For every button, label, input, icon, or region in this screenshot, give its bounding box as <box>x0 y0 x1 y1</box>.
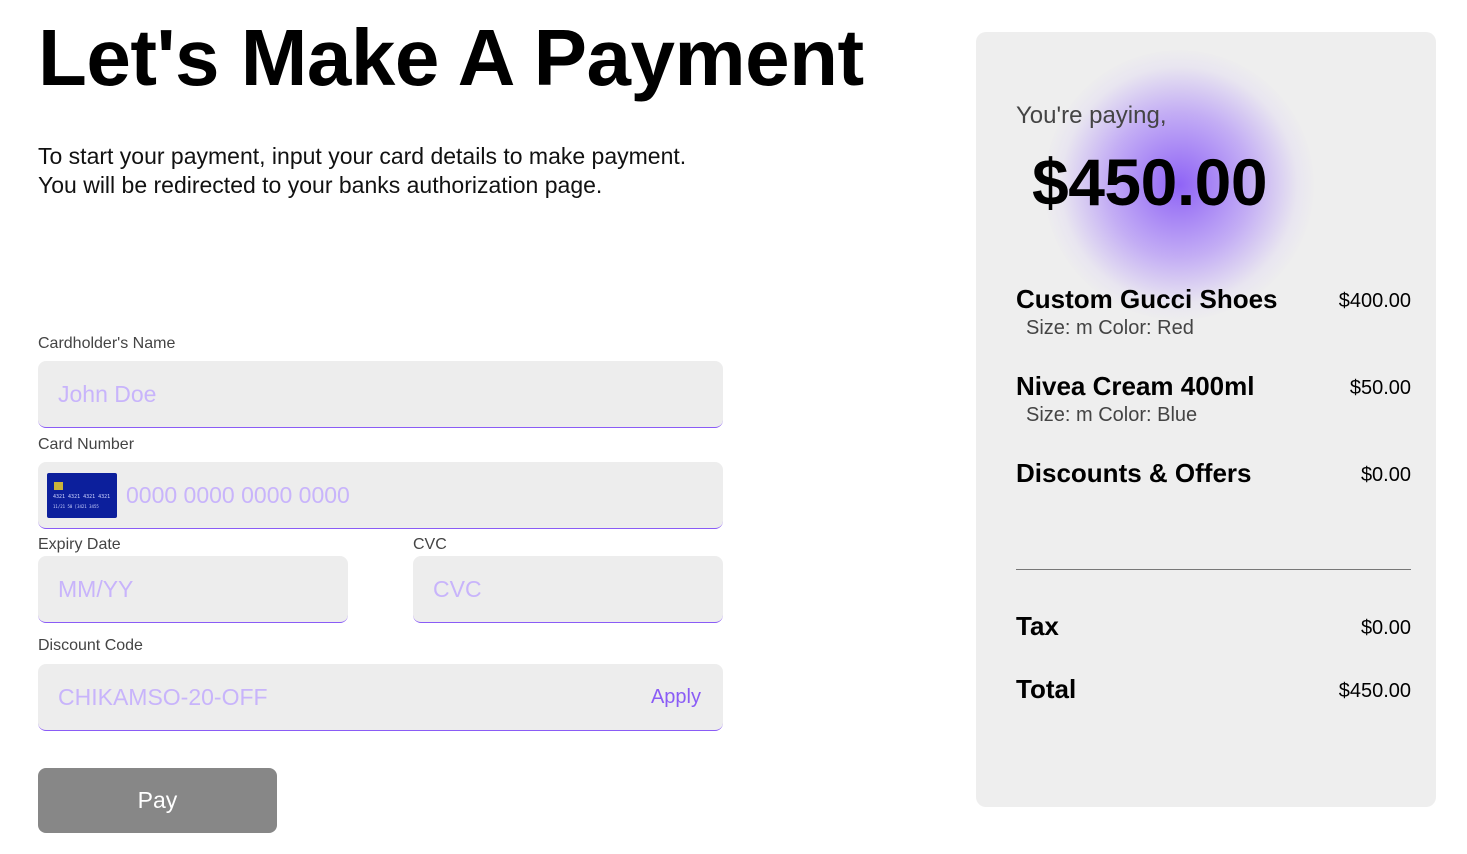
expiry-date-input[interactable] <box>38 556 348 622</box>
cardholder-name-field <box>38 361 723 428</box>
cardholder-name-input[interactable] <box>38 361 723 427</box>
page-subtitle: To start your payment, input your card d… <box>38 142 686 200</box>
item-meta: Size: m Color: Red <box>1026 317 1194 339</box>
discount-code-input[interactable] <box>38 664 651 730</box>
subtitle-line-2: You will be redirected to your banks aut… <box>38 172 603 198</box>
item-meta: Size: m Color: Blue <box>1026 404 1198 426</box>
summary-divider <box>1016 569 1411 570</box>
summary-item: Nivea Cream 400ml $50.00 Size: m Color: … <box>1016 371 1411 427</box>
discount-code-field: Apply <box>38 664 723 731</box>
expiry-date-label: Expiry Date <box>38 536 121 553</box>
discounts-value: $0.00 <box>1360 464 1411 486</box>
card-number-field: 4321 4321 4321 4321 11/21 50 [3421 3455 <box>38 462 723 529</box>
cardholder-name-label: Cardholder's Name <box>38 335 176 352</box>
tax-label: Tax <box>1016 611 1059 641</box>
subtitle-line-1: To start your payment, input your card d… <box>38 143 687 169</box>
discounts-row: Discounts & Offers $0.00 <box>1016 458 1411 489</box>
credit-card-icon: 4321 4321 4321 4321 11/21 50 [3421 3455 <box>47 472 117 518</box>
paying-amount: $450.00 <box>1032 145 1268 219</box>
summary-item: Custom Gucci Shoes $400.00 Size: m Color… <box>1016 284 1411 340</box>
cvc-label: CVC <box>413 536 447 553</box>
tax-row: Tax $0.00 <box>1016 611 1411 642</box>
payment-page: Let's Make A Payment To start your payme… <box>0 0 1467 854</box>
total-row: Total $450.00 <box>1016 674 1411 705</box>
card-chip-icon <box>54 481 63 490</box>
page-title: Let's Make A Payment <box>38 13 864 102</box>
item-price: $50.00 <box>1349 377 1411 399</box>
expiry-date-field <box>38 556 348 623</box>
card-icon-number: 4321 4321 4321 4321 <box>53 493 111 500</box>
item-price: $400.00 <box>1338 290 1411 312</box>
card-number-input[interactable] <box>117 462 723 528</box>
cvc-field <box>413 556 723 623</box>
total-value: $450.00 <box>1338 680 1411 702</box>
paying-label: You're paying, <box>1016 102 1167 129</box>
discounts-label: Discounts & Offers <box>1016 458 1252 488</box>
order-summary-panel: You're paying, $450.00 Custom Gucci Shoe… <box>976 32 1436 807</box>
card-number-label: Card Number <box>38 436 135 453</box>
tax-value: $0.00 <box>1360 617 1411 639</box>
pay-button[interactable]: Pay <box>38 768 277 833</box>
discount-code-label: Discount Code <box>38 637 143 654</box>
apply-discount-button[interactable]: Apply <box>651 686 701 709</box>
card-icon-expiry: 11/21 50 [3421 3455 <box>53 503 99 509</box>
cvc-input[interactable] <box>413 556 723 622</box>
